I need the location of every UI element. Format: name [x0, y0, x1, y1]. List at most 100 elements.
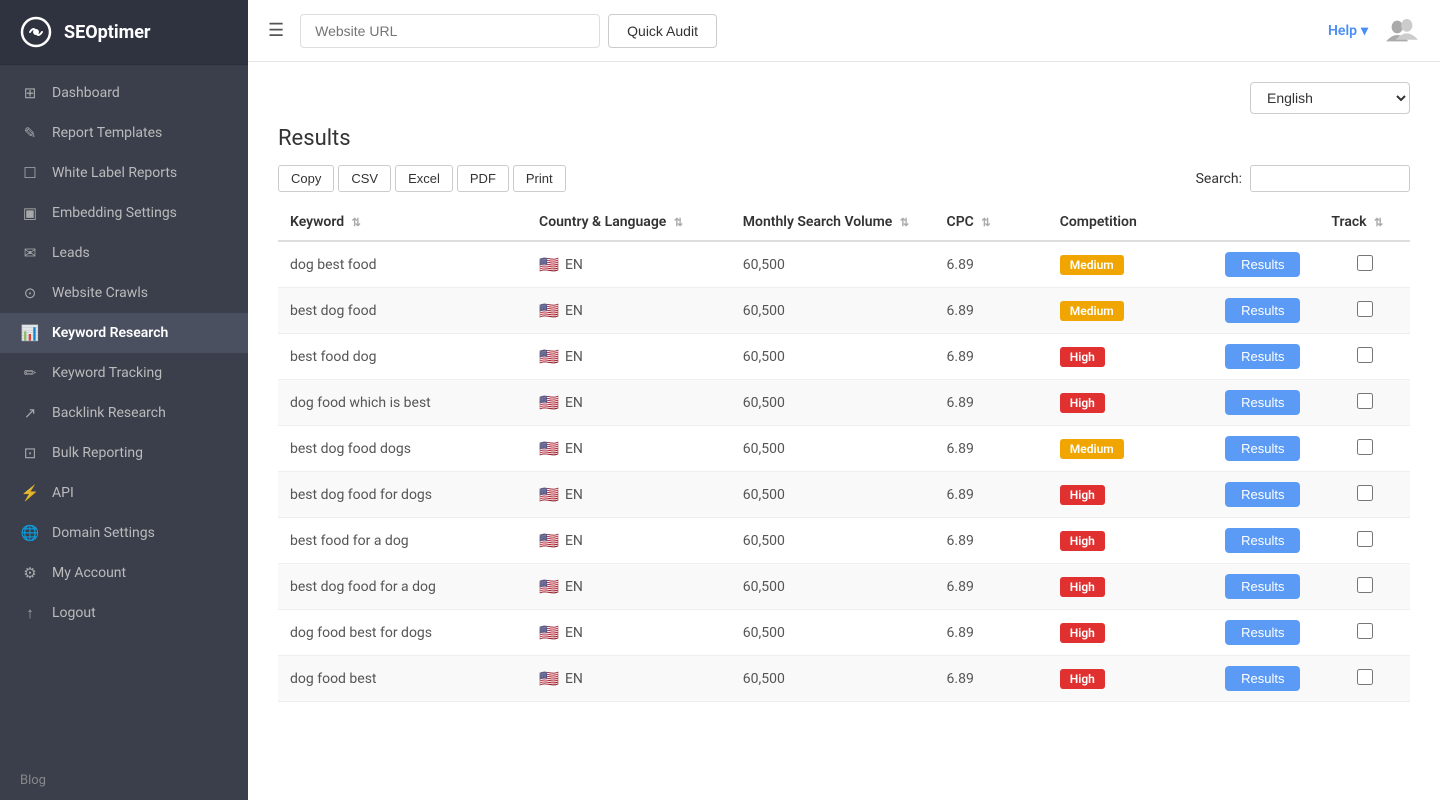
help-arrow-icon: ▾ [1361, 23, 1368, 39]
results-button[interactable]: Results [1225, 574, 1300, 599]
track-checkbox[interactable] [1357, 485, 1373, 501]
sidebar-item-embedding[interactable]: ▣Embedding Settings [0, 193, 248, 233]
sort-icon-track[interactable]: ⇅ [1374, 216, 1383, 229]
sidebar-item-website-crawls[interactable]: ⊙Website Crawls [0, 273, 248, 313]
sidebar-item-white-label[interactable]: ☐White Label Reports [0, 153, 248, 193]
nav-icon-keyword-tracking: ✏ [20, 364, 40, 382]
export-btn-print[interactable]: Print [513, 165, 566, 192]
results-button[interactable]: Results [1225, 298, 1300, 323]
search-area: Search: [1196, 165, 1410, 192]
flag-icon: 🇺🇸 [539, 623, 559, 642]
sort-icon-country[interactable]: ⇅ [674, 216, 683, 229]
lang-code: EN [565, 533, 583, 549]
cell-cpc: 6.89 [935, 472, 1048, 518]
cell-country: 🇺🇸 EN [527, 656, 731, 702]
user-avatar-icon[interactable] [1384, 13, 1420, 49]
sidebar-item-keyword-research[interactable]: 📊Keyword Research [0, 313, 248, 353]
results-button[interactable]: Results [1225, 666, 1300, 691]
table-export-buttons: CopyCSVExcelPDFPrint [278, 165, 566, 192]
cell-cpc: 6.89 [935, 241, 1048, 288]
results-button[interactable]: Results [1225, 344, 1300, 369]
export-btn-excel[interactable]: Excel [395, 165, 453, 192]
cell-track [1319, 380, 1410, 426]
sidebar-item-leads[interactable]: ✉Leads [0, 233, 248, 273]
cell-keyword: dog food best for dogs [278, 610, 527, 656]
col-header-competition: Competition [1048, 204, 1206, 241]
track-checkbox[interactable] [1357, 347, 1373, 363]
cell-country: 🇺🇸 EN [527, 426, 731, 472]
competition-badge: High [1060, 577, 1105, 597]
track-checkbox[interactable] [1357, 301, 1373, 317]
logo-icon [18, 14, 54, 50]
sidebar-item-bulk-reporting[interactable]: ⊡Bulk Reporting [0, 433, 248, 473]
sidebar-item-my-account[interactable]: ⚙My Account [0, 553, 248, 593]
table-row: best food dog 🇺🇸 EN 60,500 6.89 High Res… [278, 334, 1410, 380]
table-row: best dog food dogs 🇺🇸 EN 60,500 6.89 Med… [278, 426, 1410, 472]
results-button[interactable]: Results [1225, 482, 1300, 507]
cell-volume: 60,500 [731, 610, 935, 656]
track-checkbox[interactable] [1357, 623, 1373, 639]
track-checkbox[interactable] [1357, 393, 1373, 409]
competition-badge: Medium [1060, 255, 1124, 275]
search-input[interactable] [1250, 165, 1410, 192]
sort-icon-volume[interactable]: ⇅ [900, 216, 909, 229]
results-button[interactable]: Results [1225, 252, 1300, 277]
website-url-input[interactable] [300, 14, 600, 48]
nav-icon-logout: ↑ [20, 604, 40, 622]
results-button[interactable]: Results [1225, 528, 1300, 553]
sidebar-item-logout[interactable]: ↑Logout [0, 593, 248, 633]
results-button[interactable]: Results [1225, 390, 1300, 415]
export-btn-csv[interactable]: CSV [338, 165, 391, 192]
help-button[interactable]: Help ▾ [1328, 23, 1368, 39]
track-checkbox[interactable] [1357, 439, 1373, 455]
track-checkbox[interactable] [1357, 255, 1373, 271]
blog-link[interactable]: Blog [0, 761, 248, 800]
language-select[interactable]: EnglishSpanishFrenchGermanItalian [1250, 82, 1410, 114]
quick-audit-button[interactable]: Quick Audit [608, 14, 717, 48]
track-checkbox[interactable] [1357, 669, 1373, 685]
cell-competition: Medium [1048, 426, 1206, 472]
sidebar-item-backlink-research[interactable]: ↗Backlink Research [0, 393, 248, 433]
sort-icon-cpc[interactable]: ⇅ [981, 216, 990, 229]
menu-toggle-button[interactable]: ☰ [268, 20, 284, 41]
lang-code: EN [565, 395, 583, 411]
competition-badge: High [1060, 623, 1105, 643]
cell-country: 🇺🇸 EN [527, 564, 731, 610]
sidebar-item-keyword-tracking[interactable]: ✏Keyword Tracking [0, 353, 248, 393]
track-checkbox[interactable] [1357, 577, 1373, 593]
flag-icon: 🇺🇸 [539, 577, 559, 596]
sidebar-item-domain-settings[interactable]: 🌐Domain Settings [0, 513, 248, 553]
sidebar-item-api[interactable]: ⚡API [0, 473, 248, 513]
competition-badge: High [1060, 393, 1105, 413]
sort-icon-keyword[interactable]: ⇅ [352, 216, 361, 229]
competition-badge: High [1060, 485, 1105, 505]
col-header-track: Track ⇅ [1319, 204, 1410, 241]
sidebar-item-dashboard[interactable]: ⊞Dashboard [0, 73, 248, 113]
logo-area[interactable]: SEOptimer [0, 0, 248, 65]
nav-label-dashboard: Dashboard [52, 85, 120, 101]
cell-keyword: best dog food for a dog [278, 564, 527, 610]
help-label: Help [1328, 23, 1357, 39]
col-header-country: Country & Language ⇅ [527, 204, 731, 241]
nav-icon-backlink-research: ↗ [20, 404, 40, 422]
cell-keyword: best dog food [278, 288, 527, 334]
cell-competition: High [1048, 334, 1206, 380]
results-button[interactable]: Results [1225, 436, 1300, 461]
export-btn-pdf[interactable]: PDF [457, 165, 509, 192]
competition-badge: High [1060, 669, 1105, 689]
export-btn-copy[interactable]: Copy [278, 165, 334, 192]
search-label: Search: [1196, 171, 1242, 187]
cell-cpc: 6.89 [935, 426, 1048, 472]
results-button[interactable]: Results [1225, 620, 1300, 645]
track-checkbox[interactable] [1357, 531, 1373, 547]
nav-label-bulk-reporting: Bulk Reporting [52, 445, 143, 461]
cell-cpc: 6.89 [935, 610, 1048, 656]
sidebar-item-report-templates[interactable]: ✎Report Templates [0, 113, 248, 153]
cell-volume: 60,500 [731, 518, 935, 564]
cell-competition: High [1048, 380, 1206, 426]
nav-icon-leads: ✉ [20, 244, 40, 262]
nav-label-keyword-research: Keyword Research [52, 325, 168, 341]
cell-volume: 60,500 [731, 656, 935, 702]
cell-competition: High [1048, 656, 1206, 702]
cell-competition: Medium [1048, 241, 1206, 288]
